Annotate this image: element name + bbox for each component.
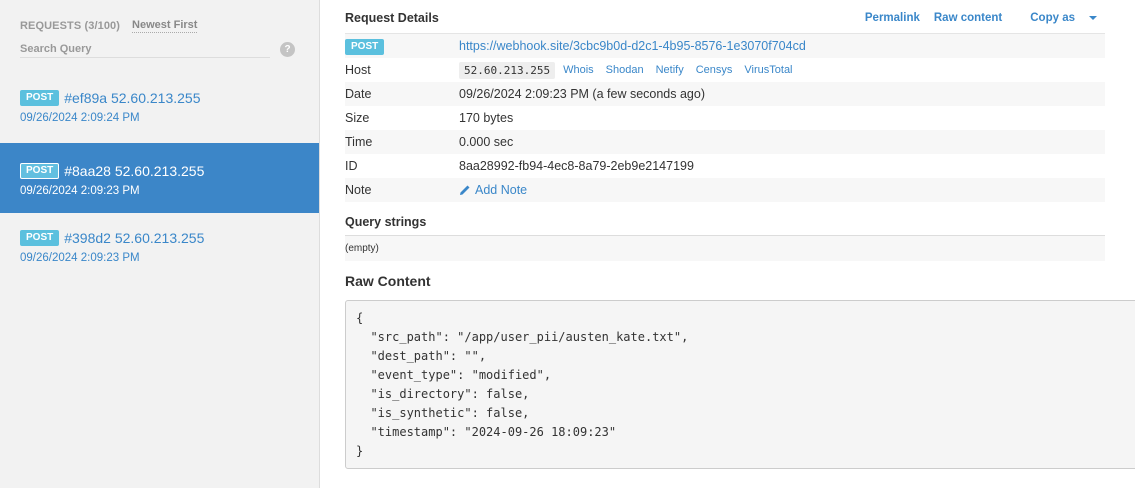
help-icon[interactable]: ? [280, 42, 295, 57]
raw-content-body: { "src_path": "/app/user_pii/austen_kate… [345, 300, 1135, 469]
request-url-link[interactable]: https://webhook.site/3cbc9b0d-d2c1-4b95-… [459, 39, 806, 53]
sort-order-toggle[interactable]: Newest First [132, 19, 198, 33]
caret-down-icon [1089, 15, 1097, 20]
request-time: 09/26/2024 2:09:24 PM [20, 112, 140, 124]
size-label: Size [345, 111, 370, 125]
host-label: Host [345, 63, 371, 77]
details-table: POST https://webhook.site/3cbc9b0d-d2c1-… [345, 33, 1105, 202]
censys-link[interactable]: Censys [696, 64, 733, 76]
whois-link[interactable]: Whois [563, 64, 594, 76]
netify-link[interactable]: Netify [656, 64, 684, 76]
add-note-label: Add Note [475, 183, 528, 197]
virustotal-link[interactable]: VirusTotal [744, 64, 792, 76]
request-time: 09/26/2024 2:09:23 PM [20, 252, 140, 264]
id-label: ID [345, 159, 358, 173]
method-badge: POST [20, 90, 60, 106]
size-row: Size 170 bytes [345, 106, 1105, 130]
date-label: Date [345, 87, 372, 101]
request-title: #ef89a 52.60.213.255 [64, 90, 201, 106]
request-sidebar: REQUESTS (3/100) Newest First ? POST #ef… [0, 0, 320, 488]
time-row: Time 0.000 sec [345, 130, 1105, 154]
add-note-button[interactable]: Add Note [459, 183, 527, 197]
request-list-item[interactable]: POST #398d2 52.60.213.255 09/26/2024 2:0… [0, 210, 319, 280]
request-list-item-active[interactable]: POST #8aa28 52.60.213.255 09/26/2024 2:0… [0, 143, 319, 213]
request-list-item[interactable]: POST #ef89a 52.60.213.255 09/26/2024 2:0… [0, 70, 319, 140]
host-row: Host 52.60.213.255 Whois Shodan Netify C… [345, 58, 1105, 82]
request-count: REQUESTS (3/100) [20, 20, 121, 32]
time-label: Time [345, 135, 373, 149]
note-label: Note [345, 183, 372, 197]
note-row: Note Add Note [345, 178, 1105, 202]
request-title: #8aa28 52.60.213.255 [64, 163, 205, 179]
request-time: 09/26/2024 2:09:23 PM [20, 185, 140, 197]
time-value: 0.000 sec [459, 135, 514, 149]
raw-content-link[interactable]: Raw content [934, 12, 1002, 24]
pencil-icon [460, 185, 470, 195]
raw-content-title: Raw Content [345, 273, 431, 289]
shodan-link[interactable]: Shodan [606, 64, 644, 76]
search-query-input[interactable] [20, 40, 270, 58]
permalink-link[interactable]: Permalink [865, 12, 920, 24]
query-strings-value: (empty) [345, 235, 1105, 261]
request-details-title: Request Details [345, 11, 439, 25]
method-badge: POST [20, 163, 60, 179]
copy-as-dropdown[interactable]: Copy as [1016, 12, 1097, 24]
size-value: 170 bytes [459, 111, 514, 125]
query-strings-title: Query strings [345, 215, 427, 229]
url-row: POST https://webhook.site/3cbc9b0d-d2c1-… [345, 34, 1105, 58]
id-value: 8aa28992-fb94-4ec8-8a79-2eb9e2147199 [459, 159, 694, 173]
host-ip: 52.60.213.255 [459, 61, 556, 79]
copy-as-label: Copy as [1030, 12, 1075, 24]
method-badge: POST [20, 230, 60, 246]
date-row: Date 09/26/2024 2:09:23 PM (a few second… [345, 82, 1105, 106]
method-badge: POST [345, 38, 385, 55]
detail-actions: Permalink Raw content Copy as [851, 12, 1097, 24]
sidebar-header: REQUESTS (3/100) Newest First [20, 19, 198, 33]
date-value: 09/26/2024 2:09:23 PM (a few seconds ago… [459, 87, 705, 101]
request-title: #398d2 52.60.213.255 [64, 230, 205, 246]
id-row: ID 8aa28992-fb94-4ec8-8a79-2eb9e2147199 [345, 154, 1105, 178]
